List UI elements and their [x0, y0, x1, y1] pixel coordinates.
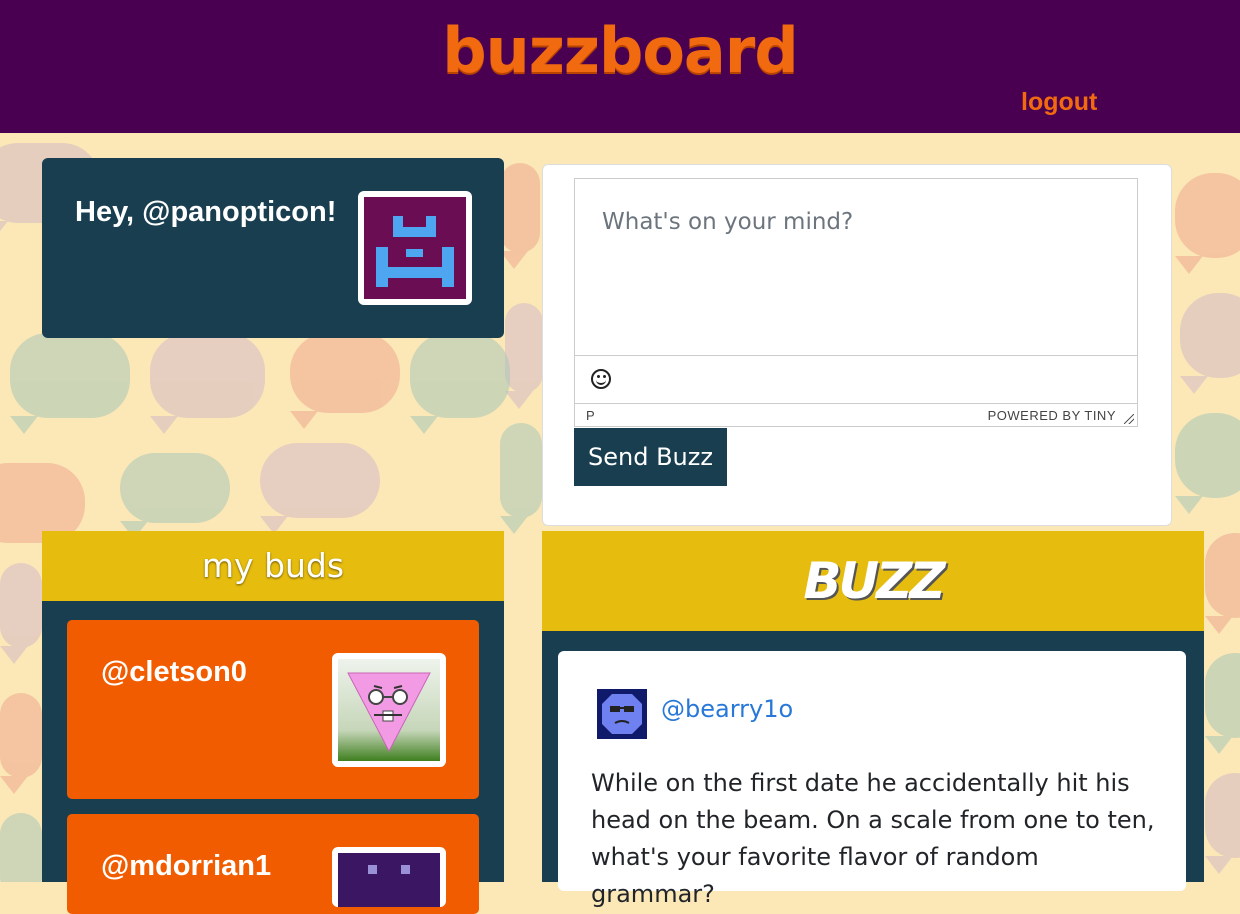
buzz-feed: @bearry1o While on the first date he acc… [542, 631, 1204, 908]
post-text: While on the first date he accidentally … [591, 769, 1155, 908]
buzz-header: BUZZ [542, 531, 1204, 631]
emoji-icon[interactable] [591, 369, 611, 389]
logout-link[interactable]: logout [1021, 88, 1097, 117]
post-composer: What's on your mind? P POWERED BY TINY S… [542, 164, 1172, 526]
blue-face-avatar-icon [597, 689, 647, 739]
buds-header: my buds [42, 531, 504, 601]
resize-handle-icon[interactable] [1124, 414, 1134, 424]
post-author-link[interactable]: @bearry1o [661, 695, 793, 723]
element-path[interactable]: P [586, 408, 595, 423]
send-buzz-button[interactable]: Send Buzz [574, 428, 727, 486]
user-avatar[interactable] [358, 191, 472, 305]
editor-textarea[interactable]: What's on your mind? [575, 179, 1137, 356]
bud-handle[interactable]: @cletson0 [101, 656, 247, 689]
rich-text-editor: What's on your mind? P POWERED BY TINY [574, 178, 1138, 427]
pink-triangle-face-avatar-icon [338, 659, 440, 761]
greeting-card: Hey, @panopticon! [42, 158, 504, 338]
bud-card[interactable]: @cletson0 [67, 620, 479, 799]
editor-toolbar [575, 356, 1137, 404]
purple-robot-avatar-icon [338, 853, 440, 907]
purple-robot-avatar-icon [364, 197, 466, 299]
editor-placeholder: What's on your mind? [602, 209, 854, 235]
post-author-avatar[interactable] [597, 689, 647, 739]
buzz-title: BUZZ [803, 552, 945, 610]
bud-avatar[interactable] [332, 847, 446, 907]
powered-by-tiny-link[interactable]: POWERED BY TINY [988, 408, 1116, 423]
bud-card[interactable]: @mdorrian1 [67, 814, 479, 914]
top-navbar: buzzboard logout [0, 0, 1240, 133]
editor-statusbar: P POWERED BY TINY [575, 404, 1137, 426]
app-logo: buzzboard [442, 14, 798, 87]
buds-list: @cletson0 @mdorrian1 [42, 601, 504, 914]
bud-avatar[interactable] [332, 653, 446, 767]
bud-handle[interactable]: @mdorrian1 [101, 850, 271, 883]
buzz-post: @bearry1o While on the first date he acc… [558, 651, 1186, 908]
buds-title: my buds [201, 546, 345, 585]
greeting-text: Hey, @panopticon! [75, 196, 337, 228]
